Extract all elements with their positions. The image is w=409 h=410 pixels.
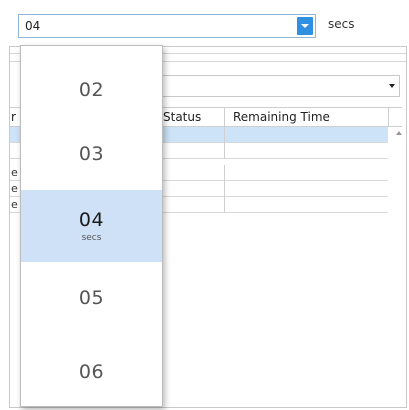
picker-option-selected[interactable]: 04 secs [21, 190, 162, 262]
picker-option[interactable]: 02 [21, 54, 162, 126]
picker-option[interactable]: 03 [21, 118, 162, 190]
column-header-remaining-time[interactable]: Remaining Time [233, 110, 330, 124]
seconds-combobox[interactable]: 04 [18, 14, 316, 38]
time-input-bar: 04 secs [0, 0, 409, 46]
cell-separator [224, 181, 225, 197]
cell-separator [224, 197, 225, 213]
vertical-scrollbar[interactable] [393, 127, 405, 407]
chevron-down-icon[interactable] [297, 17, 313, 35]
picker-option-value: 05 [78, 287, 105, 309]
caret-up-icon[interactable] [396, 131, 402, 135]
column-separator[interactable] [224, 108, 225, 127]
seconds-value: 04 [25, 19, 41, 33]
picker-option-value: 02 [78, 79, 105, 101]
picker-option-unit: secs [81, 233, 102, 243]
cell-fragment: e [11, 182, 18, 195]
app-window: 04 secs r Status Remaining Time e e e 02… [0, 0, 409, 410]
picker-option-value: 04 [78, 209, 105, 231]
seconds-picker-dropdown[interactable]: 02 03 04 secs 05 06 [20, 45, 163, 407]
column-header-fragment[interactable]: r [11, 110, 16, 124]
picker-option[interactable]: 05 [21, 262, 162, 334]
cell-fragment: e [11, 166, 18, 179]
picker-option-value: 03 [78, 143, 105, 165]
cell-separator [224, 127, 225, 143]
seconds-unit-label: secs [328, 17, 355, 31]
cell-separator [224, 143, 225, 159]
picker-option[interactable]: 06 [21, 336, 162, 408]
cell-separator [224, 165, 225, 181]
column-header-status[interactable]: Status [163, 110, 201, 124]
picker-option-value: 06 [78, 361, 105, 383]
caret-down-icon[interactable] [389, 84, 395, 88]
cell-fragment: e [11, 198, 18, 211]
column-separator[interactable] [388, 108, 389, 127]
